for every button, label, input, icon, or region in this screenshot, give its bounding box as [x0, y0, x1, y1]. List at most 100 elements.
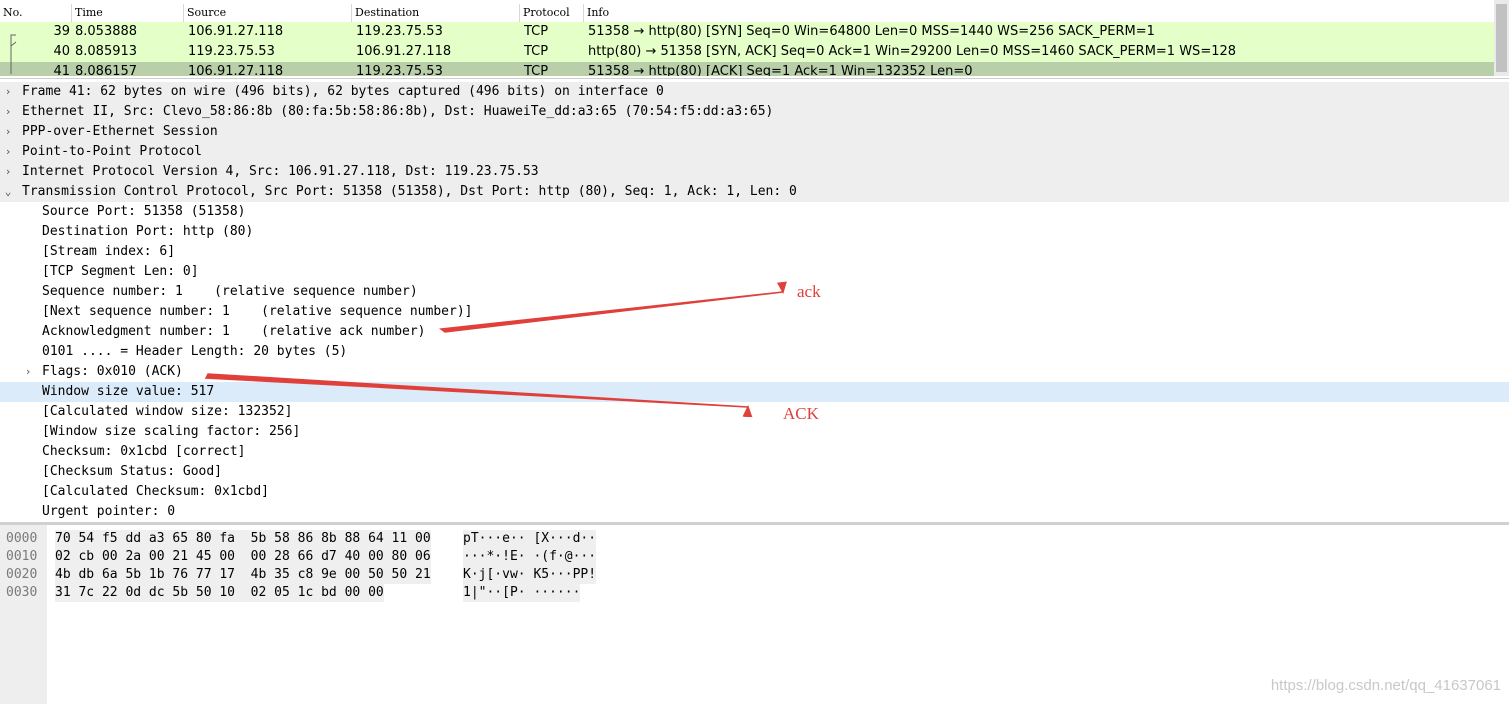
- column-header-info[interactable]: Info: [584, 4, 1494, 22]
- tree-item-label: Transmission Control Protocol, Src Port:…: [22, 184, 797, 199]
- field-source-port[interactable]: Source Port: 51358 (51358): [0, 202, 1509, 222]
- field-acknowledgment-number[interactable]: Acknowledgment number: 1 (relative ack n…: [0, 322, 1509, 342]
- packet-no: 39: [53, 24, 70, 39]
- annotation-label-ack-flag: ACK: [783, 404, 819, 423]
- packet-time: 8.086157: [75, 64, 138, 76]
- tree-item-pppoe[interactable]: › PPP-over-Ethernet Session: [0, 122, 1509, 142]
- field-flags[interactable]: › Flags: 0x010 (ACK): [0, 362, 1509, 382]
- field-label: Flags: 0x010 (ACK): [42, 364, 183, 379]
- tree-item-tcp[interactable]: ⌄ Transmission Control Protocol, Src Por…: [0, 182, 1509, 202]
- packet-list-pane: No. Time Source Destination Protocol Inf…: [0, 0, 1509, 76]
- packet-time: 8.053888: [75, 24, 138, 39]
- field-sequence-number[interactable]: Sequence number: 1 (relative sequence nu…: [0, 282, 1509, 302]
- tree-item-label: Internet Protocol Version 4, Src: 106.91…: [22, 164, 539, 179]
- chevron-right-icon[interactable]: ›: [2, 122, 14, 142]
- watermark: https://blog.csdn.net/qq_41637061: [1270, 677, 1501, 694]
- field-label: [Window size scaling factor: 256]: [42, 424, 301, 439]
- field-next-sequence-number[interactable]: [Next sequence number: 1 (relative seque…: [0, 302, 1509, 322]
- field-label: Source Port: 51358 (51358): [42, 204, 246, 219]
- column-header-source[interactable]: Source: [184, 4, 352, 22]
- field-destination-port[interactable]: Destination Port: http (80): [0, 222, 1509, 242]
- field-calculated-checksum[interactable]: [Calculated Checksum: 0x1cbd]: [0, 482, 1509, 502]
- field-label: Acknowledgment number: 1 (relative ack n…: [42, 324, 426, 339]
- byte-ascii[interactable]: K·j[·vw· K5···PP!: [463, 566, 597, 584]
- byte-hex[interactable]: 02 cb 00 2a 00 21 45 00 00 28 66 d7 40 0…: [55, 548, 431, 566]
- packet-row[interactable]: 39 8.053888 106.91.27.118 119.23.75.53 T…: [0, 22, 1494, 42]
- chevron-right-icon[interactable]: ›: [2, 162, 14, 182]
- packet-no: 41: [53, 64, 70, 76]
- tree-item-ppp[interactable]: › Point-to-Point Protocol: [0, 142, 1509, 162]
- packet-protocol: TCP: [524, 24, 549, 39]
- tree-item-label: Point-to-Point Protocol: [22, 144, 203, 159]
- packet-destination: 106.91.27.118: [356, 44, 452, 59]
- packet-info: 51358 → http(80) [ACK] Seq=1 Ack=1 Win=1…: [588, 64, 973, 76]
- byte-ascii[interactable]: ···*·!E· ·(f·@···: [463, 548, 597, 566]
- packet-source: 119.23.75.53: [188, 44, 275, 59]
- field-window-scaling-factor[interactable]: [Window size scaling factor: 256]: [0, 422, 1509, 442]
- tree-item-ethernet[interactable]: › Ethernet II, Src: Clevo_58:86:8b (80:f…: [0, 102, 1509, 122]
- byte-offset: 0030: [6, 585, 38, 600]
- field-calculated-window-size[interactable]: [Calculated window size: 132352]: [0, 402, 1509, 422]
- packet-info: http(80) → 51358 [SYN, ACK] Seq=0 Ack=1 …: [588, 44, 1237, 59]
- byte-hex[interactable]: 70 54 f5 dd a3 65 80 fa 5b 58 86 8b 88 6…: [55, 530, 431, 548]
- byte-offset: 0020: [6, 567, 38, 582]
- field-label: 0101 .... = Header Length: 20 bytes (5): [42, 344, 348, 359]
- field-label: [TCP Segment Len: 0]: [42, 264, 199, 279]
- packet-row[interactable]: 40 8.085913 119.23.75.53 106.91.27.118 T…: [0, 42, 1494, 62]
- field-stream-index[interactable]: [Stream index: 6]: [0, 242, 1509, 262]
- packet-info: 51358 → http(80) [SYN] Seq=0 Win=64800 L…: [588, 24, 1155, 39]
- related-packet-icon: [10, 34, 17, 74]
- byte-offset: 0010: [6, 549, 38, 564]
- field-window-size-value[interactable]: Window size value: 517: [0, 382, 1509, 402]
- tree-item-frame[interactable]: › Frame 41: 62 bytes on wire (496 bits),…: [0, 82, 1509, 102]
- scrollbar-thumb[interactable]: [1496, 4, 1507, 72]
- field-label: [Calculated Checksum: 0x1cbd]: [42, 484, 269, 499]
- packet-list-header: No. Time Source Destination Protocol Inf…: [0, 4, 1494, 23]
- field-label: Sequence number: 1 (relative sequence nu…: [42, 284, 418, 299]
- tree-item-label: PPP-over-Ethernet Session: [22, 124, 218, 139]
- field-header-length[interactable]: 0101 .... = Header Length: 20 bytes (5): [0, 342, 1509, 362]
- field-urgent-pointer[interactable]: Urgent pointer: 0: [0, 502, 1509, 519]
- chevron-right-icon[interactable]: ›: [2, 102, 14, 122]
- packet-bytes-pane: 0000 70 54 f5 dd a3 65 80 fa 5b 58 86 8b…: [0, 522, 1509, 704]
- packet-protocol: TCP: [524, 64, 549, 76]
- field-label: [Stream index: 6]: [42, 244, 176, 259]
- annotation-label-ack: ack: [797, 282, 821, 301]
- column-header-no[interactable]: No.: [0, 4, 72, 22]
- field-label: Window size value: 517: [42, 384, 215, 399]
- field-checksum-status[interactable]: [Checksum Status: Good]: [0, 462, 1509, 482]
- byte-ascii[interactable]: pT···e·· [X···d··: [463, 530, 597, 548]
- packet-destination: 119.23.75.53: [356, 24, 443, 39]
- chevron-right-icon[interactable]: ›: [2, 142, 14, 162]
- field-checksum[interactable]: Checksum: 0x1cbd [correct]: [0, 442, 1509, 462]
- chevron-right-icon[interactable]: ›: [2, 82, 14, 102]
- chevron-down-icon[interactable]: ⌄: [2, 182, 14, 202]
- field-label: Urgent pointer: 0: [42, 504, 176, 519]
- field-label: [Checksum Status: Good]: [42, 464, 223, 479]
- byte-hex[interactable]: 31 7c 22 0d dc 5b 50 10 02 05 1c bd 00 0…: [55, 584, 384, 602]
- column-header-protocol[interactable]: Protocol: [520, 4, 584, 22]
- packet-source: 106.91.27.118: [188, 24, 284, 39]
- chevron-right-icon[interactable]: ›: [22, 362, 34, 382]
- field-label: Destination Port: http (80): [42, 224, 254, 239]
- packet-destination: 119.23.75.53: [356, 64, 443, 76]
- byte-hex[interactable]: 4b db 6a 5b 1b 76 77 17 4b 35 c8 9e 00 5…: [55, 566, 431, 584]
- packet-protocol: TCP: [524, 44, 549, 59]
- packet-source: 106.91.27.118: [188, 64, 284, 76]
- packet-list-scrollbar[interactable]: [1494, 0, 1509, 76]
- tree-item-ipv4[interactable]: › Internet Protocol Version 4, Src: 106.…: [0, 162, 1509, 182]
- packet-no: 40: [53, 44, 70, 59]
- column-header-time[interactable]: Time: [72, 4, 184, 22]
- field-label: [Next sequence number: 1 (relative seque…: [42, 304, 473, 319]
- tree-item-label: Frame 41: 62 bytes on wire (496 bits), 6…: [22, 84, 664, 99]
- byte-ascii[interactable]: 1|"··[P· ······: [463, 584, 581, 602]
- byte-offset: 0000: [6, 531, 38, 546]
- packet-details-pane: › Frame 41: 62 bytes on wire (496 bits),…: [0, 78, 1509, 519]
- column-header-destination[interactable]: Destination: [352, 4, 520, 22]
- packet-row-selected[interactable]: 41 8.086157 106.91.27.118 119.23.75.53 T…: [0, 62, 1494, 76]
- packet-time: 8.085913: [75, 44, 138, 59]
- field-segment-len[interactable]: [TCP Segment Len: 0]: [0, 262, 1509, 282]
- field-label: Checksum: 0x1cbd [correct]: [42, 444, 246, 459]
- field-label: [Calculated window size: 132352]: [42, 404, 293, 419]
- tree-item-label: Ethernet II, Src: Clevo_58:86:8b (80:fa:…: [22, 104, 774, 119]
